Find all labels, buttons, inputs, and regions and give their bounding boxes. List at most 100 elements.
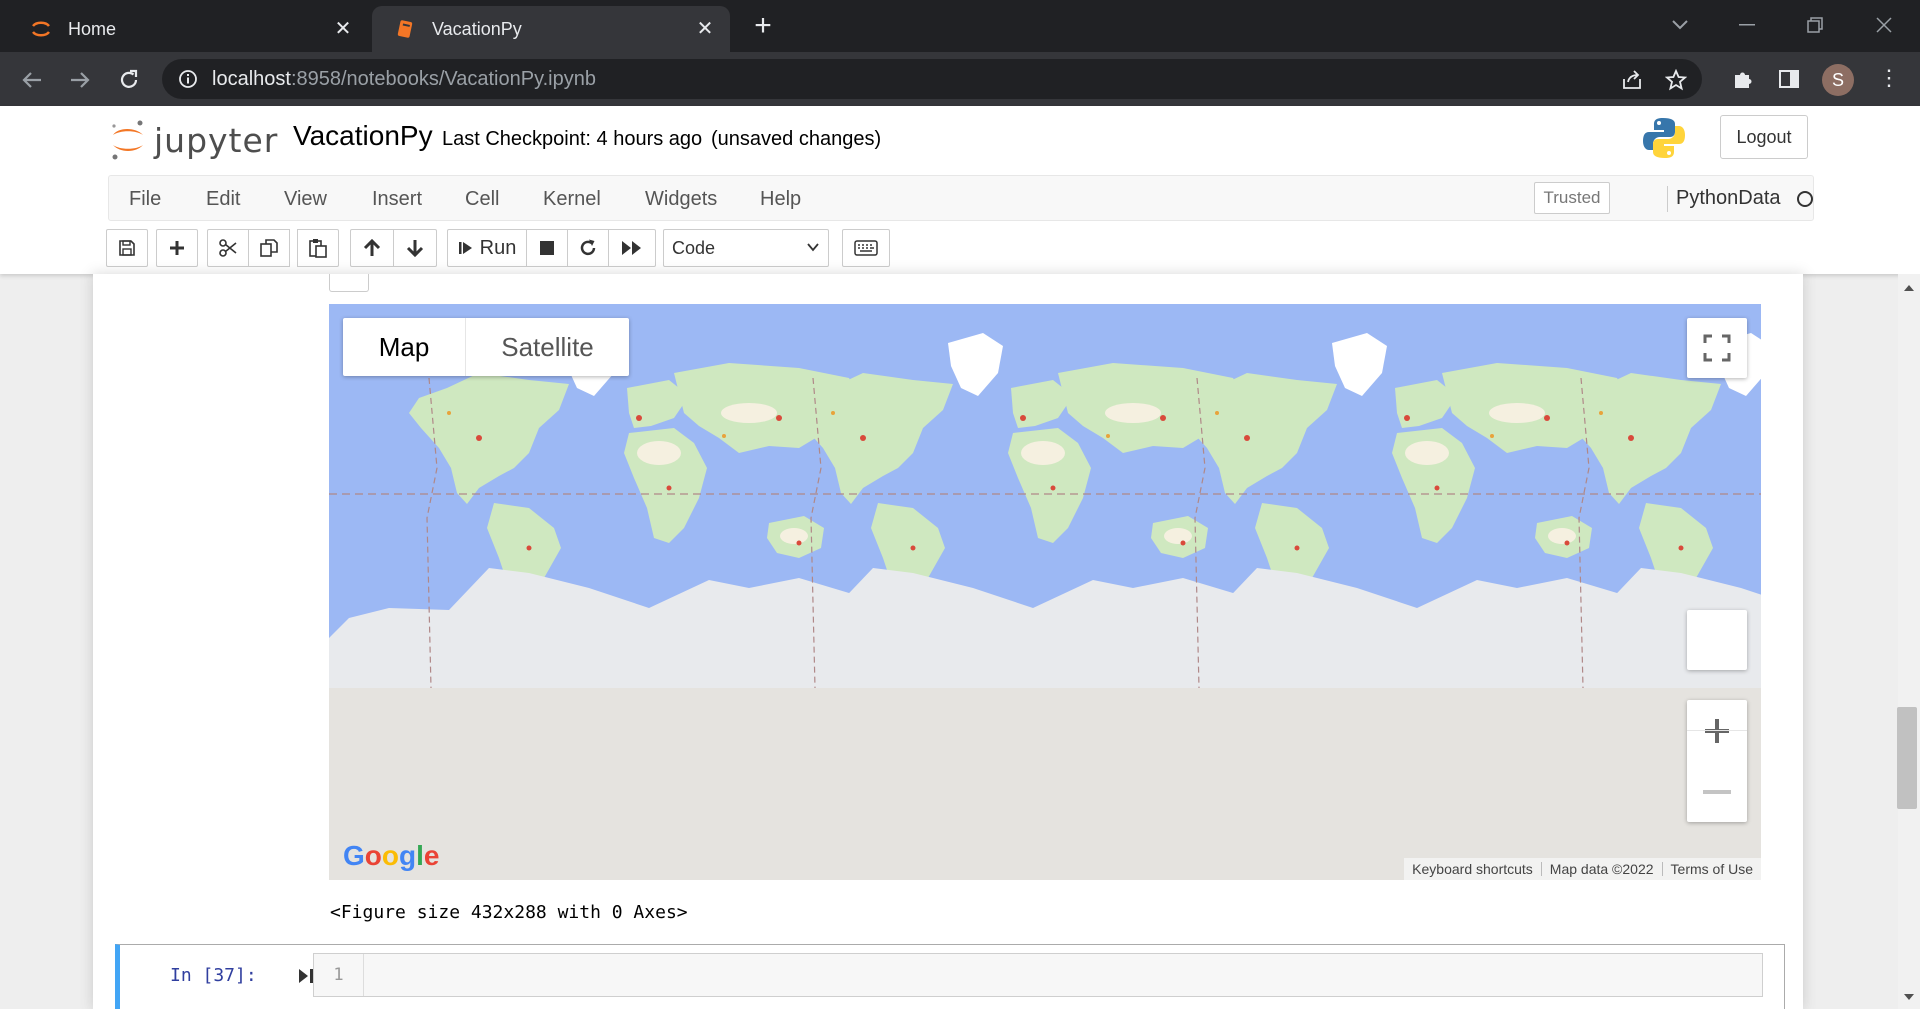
cell-type-select[interactable]: Code	[663, 229, 829, 267]
menu-kernel[interactable]: Kernel	[543, 188, 601, 211]
tab-vacationpy-label: VacationPy	[432, 18, 522, 39]
pegman-button[interactable]	[1687, 610, 1747, 670]
copy-button[interactable]	[248, 229, 290, 267]
scissors-icon	[219, 239, 237, 257]
map-type-satellite-button[interactable]: Satellite	[465, 318, 629, 376]
scroll-up-arrow-icon[interactable]	[1903, 283, 1915, 293]
reload-icon[interactable]	[113, 64, 145, 96]
restart-icon	[580, 239, 596, 256]
code-editor[interactable]: 1	[313, 953, 1763, 997]
menu-view[interactable]: View	[284, 188, 327, 211]
paste-button[interactable]	[297, 229, 339, 267]
kernel-name[interactable]: PythonData	[1676, 187, 1781, 210]
input-prompt: In [37]:	[170, 965, 257, 986]
menu-cell[interactable]: Cell	[465, 188, 499, 211]
insert-cell-button[interactable]	[156, 229, 198, 267]
notebook-name[interactable]: VacationPy	[293, 120, 433, 152]
map-attribution: Keyboard shortcuts Map data ©2022 Terms …	[1404, 858, 1761, 880]
fast-forward-icon	[622, 241, 641, 255]
back-arrow-icon[interactable]	[16, 64, 48, 96]
close-tab-icon[interactable]: ✕	[694, 18, 716, 40]
move-down-button[interactable]	[393, 229, 437, 267]
restart-run-all-button[interactable]	[608, 229, 656, 267]
bookmark-star-icon[interactable]	[1664, 68, 1688, 91]
notebook-menubar: File Edit View Insert Cell Kernel Widget…	[108, 175, 1814, 221]
command-palette-button[interactable]	[842, 229, 890, 267]
zoom-out-button[interactable]	[1687, 761, 1747, 822]
menu-widgets[interactable]: Widgets	[645, 188, 717, 211]
copy-icon	[260, 239, 278, 257]
extensions-icon[interactable]	[1730, 66, 1756, 92]
stop-icon	[540, 241, 554, 255]
menu-file[interactable]: File	[129, 188, 161, 211]
menu-help[interactable]: Help	[760, 188, 801, 211]
restart-button[interactable]	[567, 229, 609, 267]
interrupt-button[interactable]	[526, 229, 568, 267]
side-panel-icon[interactable]	[1776, 66, 1802, 92]
minimize-icon[interactable]	[1727, 10, 1767, 40]
new-tab-button[interactable]: +	[748, 11, 778, 42]
scroll-down-arrow-icon[interactable]	[1903, 992, 1915, 1002]
url-omnibox[interactable]: localhost:8958/notebooks/VacationPy.ipyn…	[162, 59, 1702, 99]
plus-icon	[170, 241, 184, 255]
jupyter-logo-text: jupyter	[154, 120, 279, 160]
checkpoint-status: Last Checkpoint: 4 hours ago	[442, 128, 703, 150]
output-widget-toggle[interactable]	[329, 274, 369, 292]
minus-icon	[1703, 789, 1731, 794]
notebook-container: Map Satellite Google Keyboard shortcuts …	[93, 274, 1803, 1009]
menu-edit[interactable]: Edit	[206, 188, 240, 211]
cell-type-value: Code	[672, 237, 716, 258]
tab-home[interactable]: Home ✕	[8, 6, 368, 52]
run-button[interactable]: Run	[447, 229, 527, 267]
terms-of-use-link[interactable]: Terms of Use	[1663, 858, 1761, 880]
forward-arrow-icon[interactable]	[64, 64, 96, 96]
trusted-badge[interactable]: Trusted	[1534, 182, 1610, 214]
line-number: 1	[314, 954, 364, 996]
browser-menu-icon[interactable]: ⋮	[1878, 66, 1900, 92]
map-type-map-button[interactable]: Map	[343, 318, 465, 376]
move-up-button[interactable]	[350, 229, 394, 267]
paste-icon	[309, 239, 327, 258]
figure-output-text: <Figure size 432x288 with 0 Axes>	[330, 902, 688, 923]
close-window-icon[interactable]	[1864, 10, 1904, 40]
save-icon	[119, 240, 135, 256]
fullscreen-icon	[1703, 334, 1731, 362]
page-scrollbar-thumb[interactable]	[1897, 707, 1917, 809]
page-scrollbar-track[interactable]	[1898, 274, 1920, 1009]
address-bar-row: localhost:8958/notebooks/VacationPy.ipyn…	[0, 52, 1920, 106]
run-label: Run	[479, 236, 517, 259]
site-info-icon[interactable]	[178, 69, 198, 89]
zoom-control	[1687, 700, 1747, 822]
profile-avatar[interactable]: S	[1822, 64, 1854, 96]
close-tab-icon[interactable]: ✕	[332, 18, 354, 40]
tab-vacationpy[interactable]: VacationPy ✕	[372, 6, 730, 52]
arrow-up-icon	[363, 238, 381, 256]
notebook-favicon-icon	[394, 18, 416, 40]
google-map[interactable]: Map Satellite Google Keyboard shortcuts …	[329, 304, 1761, 880]
fullscreen-button[interactable]	[1687, 318, 1747, 378]
tab-search-icon[interactable]	[1660, 10, 1700, 40]
google-logo[interactable]: Google	[343, 840, 439, 872]
keyboard-icon	[854, 240, 878, 256]
restore-icon[interactable]	[1795, 10, 1835, 40]
url-text: localhost:8958/notebooks/VacationPy.ipyn…	[212, 68, 596, 90]
cut-button[interactable]	[207, 229, 249, 267]
world-map-tiles	[329, 304, 1761, 880]
logout-button[interactable]: Logout	[1720, 115, 1808, 159]
share-icon[interactable]	[1621, 69, 1643, 91]
tab-home-label: Home	[68, 18, 117, 39]
jupyter-logo[interactable]: jupyter	[110, 118, 278, 162]
kernel-idle-indicator	[1797, 191, 1813, 207]
zoom-divider	[1687, 730, 1747, 731]
autosave-status: (unsaved changes)	[711, 128, 882, 150]
browser-tabstrip: Home ✕ VacationPy ✕ +	[0, 0, 1920, 52]
arrow-down-icon	[406, 240, 424, 258]
code-cell-selected[interactable]: In [37]: 1	[115, 944, 1785, 1009]
jupyter-logo-icon	[112, 120, 143, 160]
keyboard-shortcuts-link[interactable]: Keyboard shortcuts	[1404, 858, 1541, 880]
save-button[interactable]	[106, 229, 148, 267]
menu-insert[interactable]: Insert	[372, 188, 422, 211]
jupyter-header: jupyter VacationPy Last Checkpoint: 4 ho…	[0, 106, 1920, 274]
map-data-label: Map data ©2022	[1549, 861, 1654, 877]
step-forward-icon	[458, 242, 472, 254]
